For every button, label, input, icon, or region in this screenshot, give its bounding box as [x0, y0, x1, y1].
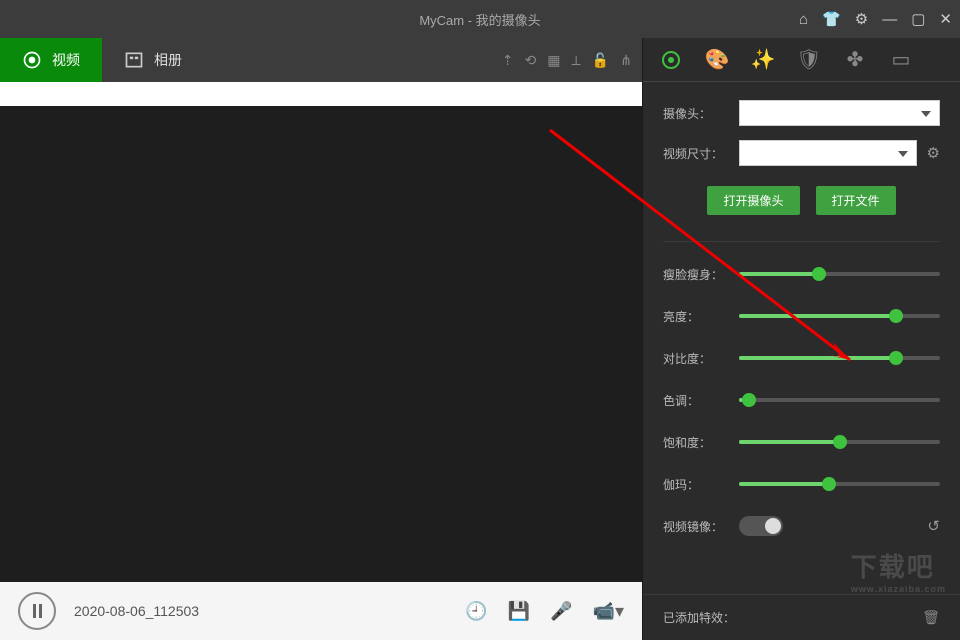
grid-icon[interactable]: ▦	[547, 52, 560, 69]
up-icon[interactable]: ⇡	[502, 52, 514, 69]
toolbar: ⇡ ⟲ ▦ ⟂ 🔓 ⋔	[502, 52, 632, 69]
close-icon[interactable]: ✕	[939, 10, 952, 28]
share-icon[interactable]: ⋔	[620, 52, 632, 69]
settings-icon[interactable]: ⚙	[855, 10, 868, 28]
main-tabs: 视频 相册 ⇡ ⟲ ▦ ⟂ 🔓 ⋔	[0, 38, 642, 82]
tab-album-label: 相册	[154, 50, 182, 70]
brightness-label: 亮度：	[663, 308, 729, 325]
tab-album[interactable]: 相册	[102, 38, 204, 82]
mirror-label: 视频镜像：	[663, 518, 729, 535]
size-settings-icon[interactable]: ⚙	[927, 144, 940, 162]
home-icon[interactable]: ⌂	[799, 11, 808, 28]
camera-icon	[22, 50, 42, 70]
shirt-icon[interactable]: 👕	[822, 10, 841, 28]
saturation-label: 饱和度：	[663, 434, 729, 451]
rtab-frame-icon[interactable]: ▭	[887, 46, 915, 74]
pause-button[interactable]	[18, 592, 56, 630]
bottom-bar: 2020-08-06_112503 🕘 💾 🎤 📹▾	[0, 582, 642, 640]
rtab-clover-icon[interactable]: ✤	[841, 46, 869, 74]
size-label: 视频尺寸：	[663, 145, 729, 162]
gamma-slider[interactable]	[739, 482, 940, 486]
open-file-button[interactable]: 打开文件	[816, 186, 896, 215]
open-camera-button[interactable]: 打开摄像头	[707, 186, 799, 215]
rtab-palette-icon[interactable]: 🎨	[703, 46, 731, 74]
clock-icon[interactable]: 🕘	[465, 601, 487, 622]
rtab-mask-icon[interactable]: 🛡	[795, 46, 823, 74]
tab-video-label: 视频	[52, 50, 80, 70]
right-panel: 🎨 ✨ 🛡 ✤ ▭ 摄像头： 视频尺寸： ⚙ 打开摄像头 打开文件 瘦脸瘦身：	[642, 38, 960, 640]
window-controls: ⌂ 👕 ⚙ — ▢ ✕	[799, 10, 952, 28]
window-title: MyCam - 我的摄像头	[419, 10, 540, 29]
rtab-camera-icon[interactable]	[657, 46, 685, 74]
size-select[interactable]	[739, 140, 917, 166]
camera-select[interactable]	[739, 100, 940, 126]
titlebar: MyCam - 我的摄像头 ⌂ 👕 ⚙ — ▢ ✕	[0, 0, 960, 38]
hue-label: 色调：	[663, 392, 729, 409]
album-icon	[124, 50, 144, 70]
contrast-slider[interactable]	[739, 356, 940, 360]
gamma-label: 伽玛：	[663, 476, 729, 493]
contrast-label: 对比度：	[663, 350, 729, 367]
mirror-toggle[interactable]	[739, 516, 783, 536]
minimize-icon[interactable]: —	[882, 11, 897, 28]
rtab-magic-icon[interactable]: ✨	[749, 46, 777, 74]
record-icon[interactable]: 📹▾	[593, 601, 624, 622]
lock-icon[interactable]: 🔓	[592, 52, 609, 69]
refresh-icon[interactable]: ⟲	[525, 52, 537, 69]
right-tabs: 🎨 ✨ 🛡 ✤ ▭	[643, 38, 960, 82]
filename-label: 2020-08-06_112503	[74, 603, 447, 619]
left-pane: 视频 相册 ⇡ ⟲ ▦ ⟂ 🔓 ⋔	[0, 38, 642, 640]
preview-grid	[0, 82, 642, 106]
mic-icon[interactable]: 🎤	[550, 601, 572, 622]
camera-label: 摄像头：	[663, 105, 729, 122]
trash-icon[interactable]: 🗑	[922, 609, 940, 626]
maximize-icon[interactable]: ▢	[911, 10, 925, 28]
effects-label: 已添加特效：	[663, 609, 735, 626]
slim-slider[interactable]	[739, 272, 940, 276]
saturation-slider[interactable]	[739, 440, 940, 444]
crop-icon[interactable]: ⟂	[571, 52, 580, 69]
hue-slider[interactable]	[739, 398, 940, 402]
brightness-slider[interactable]	[739, 314, 940, 318]
slim-label: 瘦脸瘦身：	[663, 266, 729, 283]
tab-video[interactable]: 视频	[0, 38, 102, 82]
save-icon[interactable]: 💾	[508, 601, 530, 622]
reset-icon[interactable]: ↺	[927, 517, 940, 535]
